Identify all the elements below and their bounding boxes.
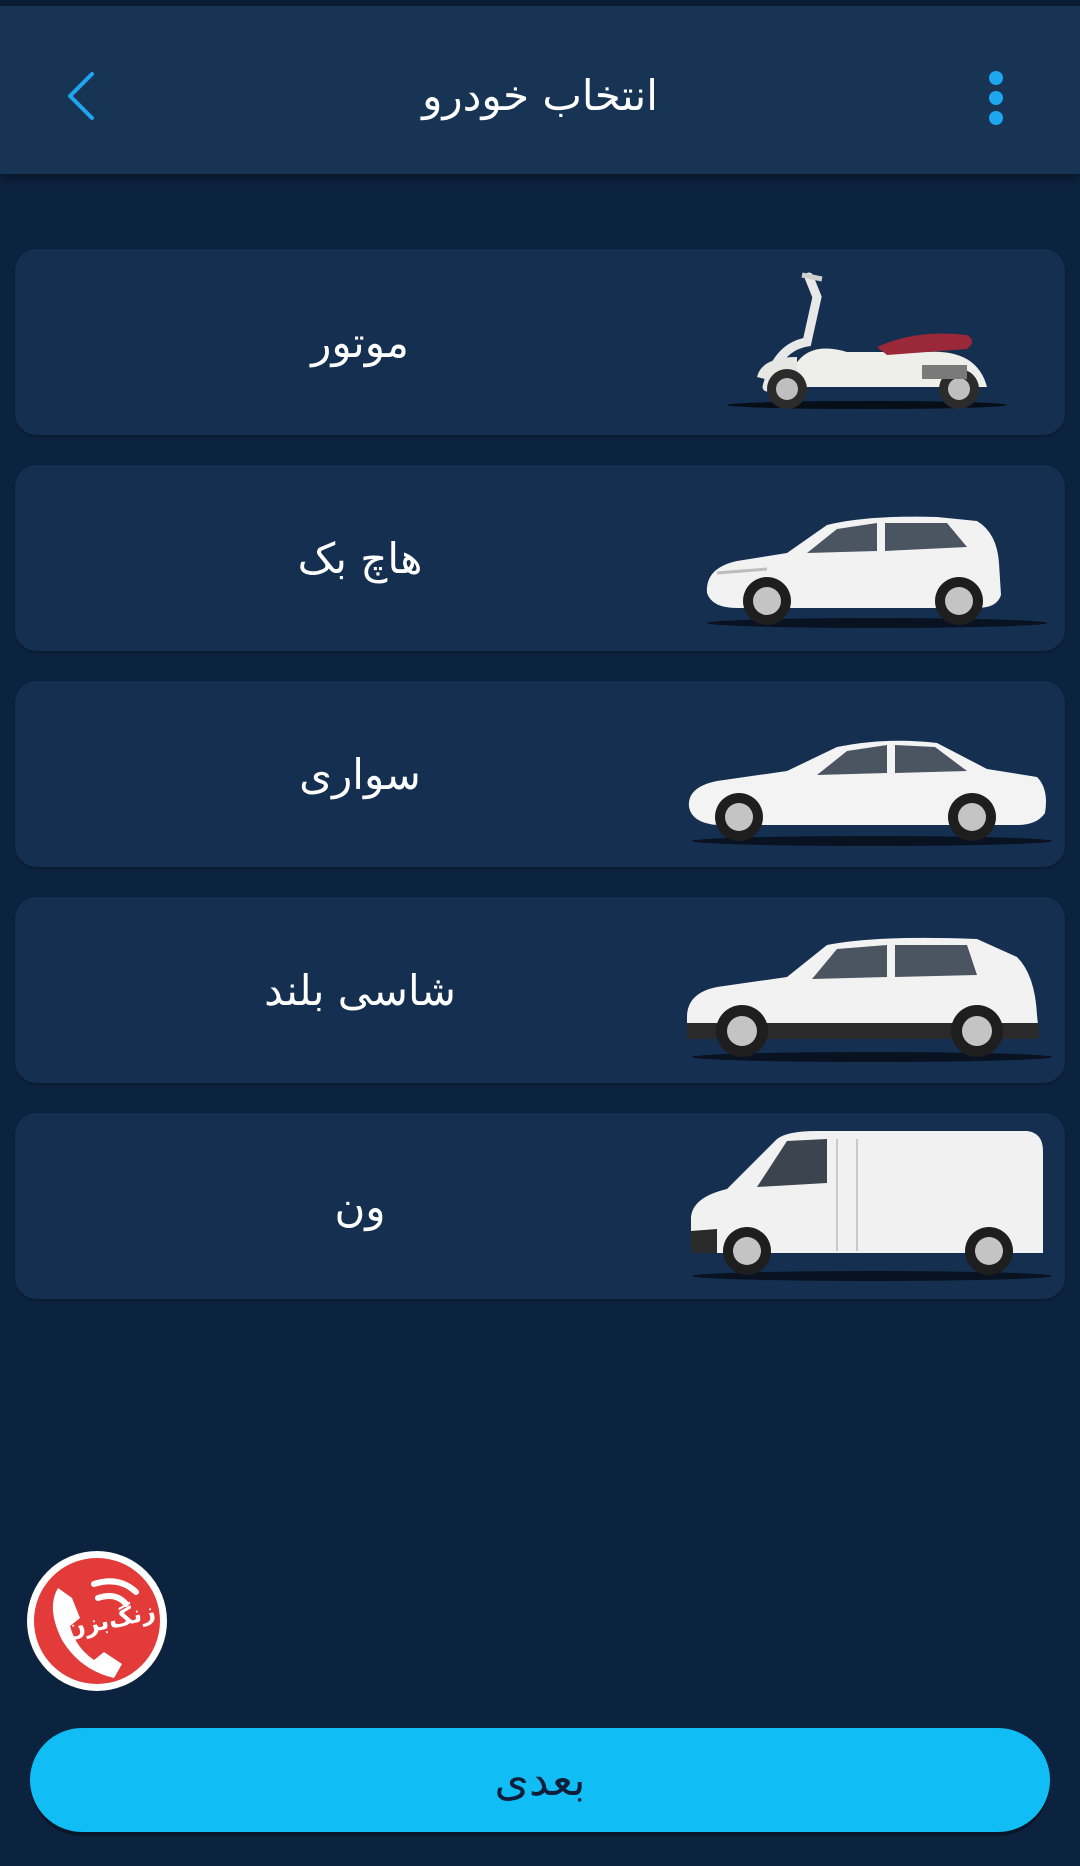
vehicle-label: هاچ بک xyxy=(297,533,423,583)
vehicle-label: ون xyxy=(334,1181,386,1231)
vehicle-list: موتور هاچ بک سواری شاسی بلند ون xyxy=(15,249,1065,1329)
next-button[interactable]: بعدی xyxy=(30,1728,1050,1832)
vehicle-option-motor[interactable]: موتور xyxy=(15,249,1065,435)
van-icon xyxy=(691,1131,1052,1281)
back-button[interactable] xyxy=(52,58,112,134)
vehicle-label: سواری xyxy=(299,749,421,799)
vehicle-label: موتور xyxy=(311,317,409,367)
call-button[interactable]: زنگ‌بزن xyxy=(24,1548,170,1694)
page-title: انتخاب خودرو xyxy=(422,71,658,120)
vehicle-option-hatchback[interactable]: هاچ بک xyxy=(15,465,1065,651)
scooter-icon xyxy=(727,272,1007,409)
more-vertical-icon-dot xyxy=(989,111,1003,125)
vehicle-option-van[interactable]: ون xyxy=(15,1113,1065,1299)
sedan-icon xyxy=(688,740,1052,846)
suv-icon xyxy=(687,937,1052,1062)
hatchback-icon xyxy=(706,516,1047,628)
vehicle-label: شاسی بلند xyxy=(264,965,456,1015)
more-menu-button[interactable] xyxy=(972,62,1020,134)
chevron-left-icon xyxy=(68,72,94,120)
more-vertical-icon-dot xyxy=(989,91,1003,105)
app-bar: انتخاب خودرو xyxy=(0,6,1080,174)
vehicle-option-sedan[interactable]: سواری xyxy=(15,681,1065,867)
more-vertical-icon xyxy=(989,71,1003,85)
vehicle-option-suv[interactable]: شاسی بلند xyxy=(15,897,1065,1083)
